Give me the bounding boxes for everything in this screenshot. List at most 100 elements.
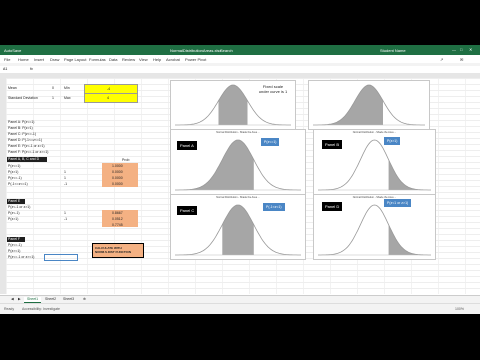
b3-row2: P(z>=1) <box>8 249 21 253</box>
prob-4[interactable]: 0.0000 <box>112 182 123 186</box>
block2-header-text: Panel E <box>8 199 21 203</box>
max-value: 4 <box>107 96 109 100</box>
comments-icon[interactable]: ✉ <box>460 57 463 62</box>
chart-panel-c-shade <box>222 205 254 255</box>
tab-sheet2[interactable]: Sheet2 <box>42 297 59 302</box>
block2-header: Panel E <box>7 199 25 204</box>
tab-next-icon[interactable]: ▶ <box>15 297 24 302</box>
status-accessibility[interactable]: Accessibility: Investigate <box>22 307 60 311</box>
min-label: Min <box>64 86 70 90</box>
panel-a-label: Panel A <box>177 141 197 150</box>
status-ready: Ready <box>4 307 15 311</box>
search-box[interactable]: Search <box>220 48 233 53</box>
chart-panel-a-svg <box>175 139 301 191</box>
menu-view[interactable]: View <box>139 57 148 62</box>
chart-panel-d-shade <box>388 224 431 255</box>
b2-row1: P(z<-1 or z>1) <box>8 205 31 209</box>
function-note: CALCULATE WITH NORM.S.DIST FUNCTION <box>92 243 144 258</box>
panel-d-desc: Panel D: P(-1<=z<=1) <box>8 138 43 142</box>
b1-val4[interactable]: -1 <box>64 182 67 186</box>
zoom-level[interactable]: 100% <box>455 307 464 311</box>
user-name[interactable]: Student Name <box>380 48 406 53</box>
min-value: -4 <box>107 87 111 91</box>
prob-3[interactable]: 0.0000 <box>112 176 123 180</box>
name-box[interactable]: A1 <box>3 67 7 71</box>
panel-c-desc: Panel C: P(z<=-1) <box>8 132 37 136</box>
b2-row2: P(z<-1) <box>8 211 20 215</box>
chart-top-right-svg <box>313 84 425 126</box>
menu-insert[interactable]: Insert <box>34 57 44 62</box>
chart-top-right[interactable] <box>308 80 430 130</box>
block1-header: Panel A, B, C and D <box>7 157 47 162</box>
b1-val3[interactable]: 1 <box>64 176 66 180</box>
block3-header: Panel F <box>7 237 25 242</box>
prob-5[interactable]: 0.8667 <box>112 211 123 215</box>
panel-c-prob: P(-1<z<1) <box>263 203 285 211</box>
minimize-icon[interactable]: — <box>452 47 456 52</box>
menu-file[interactable]: File <box>4 57 10 62</box>
menu-page-layout[interactable]: Page Layout <box>64 57 86 62</box>
menu-data[interactable]: Data <box>109 57 117 62</box>
chart-panel-a[interactable]: Normal Distribution - Shade the Area ...… <box>170 129 306 195</box>
chart-panel-d[interactable]: Normal Distribution - Shade the Area ...… <box>313 194 436 260</box>
block1-header-text: Panel A, B, C and D <box>8 157 40 161</box>
title-bar: AutoSave NormalDistributionAreas.xlsx Se… <box>0 45 480 55</box>
chart-top-right-shade <box>313 85 383 125</box>
share-icon[interactable]: ↗ <box>440 57 443 62</box>
scale-note: Fixed scale under curve is 1 <box>248 84 298 94</box>
b2-row3: P(z>1) <box>8 217 19 221</box>
chart-panel-c-svg <box>175 204 301 256</box>
b1-val2[interactable]: 1 <box>64 170 66 174</box>
panel-b-desc: Panel B: P(z>1) <box>8 126 33 130</box>
b2-val1[interactable]: 1 <box>64 211 66 215</box>
menu-power-pivot[interactable]: Power Pivot <box>185 57 206 62</box>
b1-row2: P(z>1) <box>8 170 19 174</box>
menu-formulas[interactable]: Formulas <box>89 57 106 62</box>
panel-f-desc: Panel F: P(z<=-1 or z>=1) <box>8 150 49 154</box>
maximize-icon[interactable]: □ <box>460 47 462 52</box>
panel-a-prob: P(z<=1) <box>261 138 280 146</box>
chart-panel-c[interactable]: Normal Distribution - Shade the Area ...… <box>170 194 306 260</box>
prob-1[interactable]: 1.0000 <box>112 164 123 168</box>
function-note-text: CALCULATE WITH NORM.S.DIST FUNCTION <box>95 246 131 254</box>
chart-panel-b-shade <box>388 159 431 190</box>
fx-icon[interactable]: fx <box>30 67 33 71</box>
panel-e-desc: Panel E: P(z<-1 or z>1) <box>8 144 45 148</box>
tab-sheet3[interactable]: Sheet3 <box>60 297 77 302</box>
b1-row1: P(z<=1) <box>8 164 21 168</box>
menu-help[interactable]: Help <box>153 57 161 62</box>
sd-label: Standard Deviation <box>8 96 38 100</box>
panel-d-prob: P(z<1 or z>1) <box>384 199 412 207</box>
add-sheet-icon[interactable]: ⊕ <box>80 297 89 302</box>
prob-header: Prob <box>122 158 130 162</box>
panel-c-label: Panel C <box>177 206 198 215</box>
mean-value[interactable]: 0 <box>52 86 54 90</box>
prob-7[interactable]: 0.7745 <box>112 223 123 227</box>
menu-review[interactable]: Review <box>122 57 135 62</box>
menu-home[interactable]: Home <box>18 57 29 62</box>
b3-row3: P(z<=-1 or z>=1) <box>8 255 35 259</box>
scale-note-line2: under curve is 1 <box>258 89 288 94</box>
autosave-toggle[interactable]: AutoSave <box>4 48 21 53</box>
b1-row3: P(z<=-1) <box>8 176 22 180</box>
window-title: NormalDistributionAreas.xlsx <box>170 48 222 53</box>
menu-draw[interactable]: Draw <box>50 57 59 62</box>
panel-d-label: Panel D <box>322 202 343 211</box>
chart-panel-b[interactable]: Normal Distribution - Shade the Area ...… <box>313 129 436 195</box>
prob-2[interactable]: 0.0000 <box>112 170 123 174</box>
mean-label: Mean <box>8 86 17 90</box>
prob-6[interactable]: 0.0512 <box>112 217 123 221</box>
chart-top-left-shade <box>218 85 248 125</box>
active-cell[interactable] <box>44 254 78 261</box>
close-icon[interactable]: ✕ <box>469 47 472 52</box>
block3-header-text: Panel F <box>8 237 21 241</box>
max-cell[interactable]: 4 <box>84 93 138 103</box>
chart-panel-d-curve <box>318 204 431 256</box>
panel-b-label: Panel B <box>322 140 343 149</box>
sd-value[interactable]: 1 <box>52 96 54 100</box>
letterbox-top <box>0 0 480 45</box>
b3-row1: P(z<=-1) <box>8 243 22 247</box>
b2-val2[interactable]: -1 <box>64 217 67 221</box>
menu-acrobat[interactable]: Acrobat <box>166 57 180 62</box>
b1-row4: P(-1<=z<=1) <box>8 182 28 186</box>
